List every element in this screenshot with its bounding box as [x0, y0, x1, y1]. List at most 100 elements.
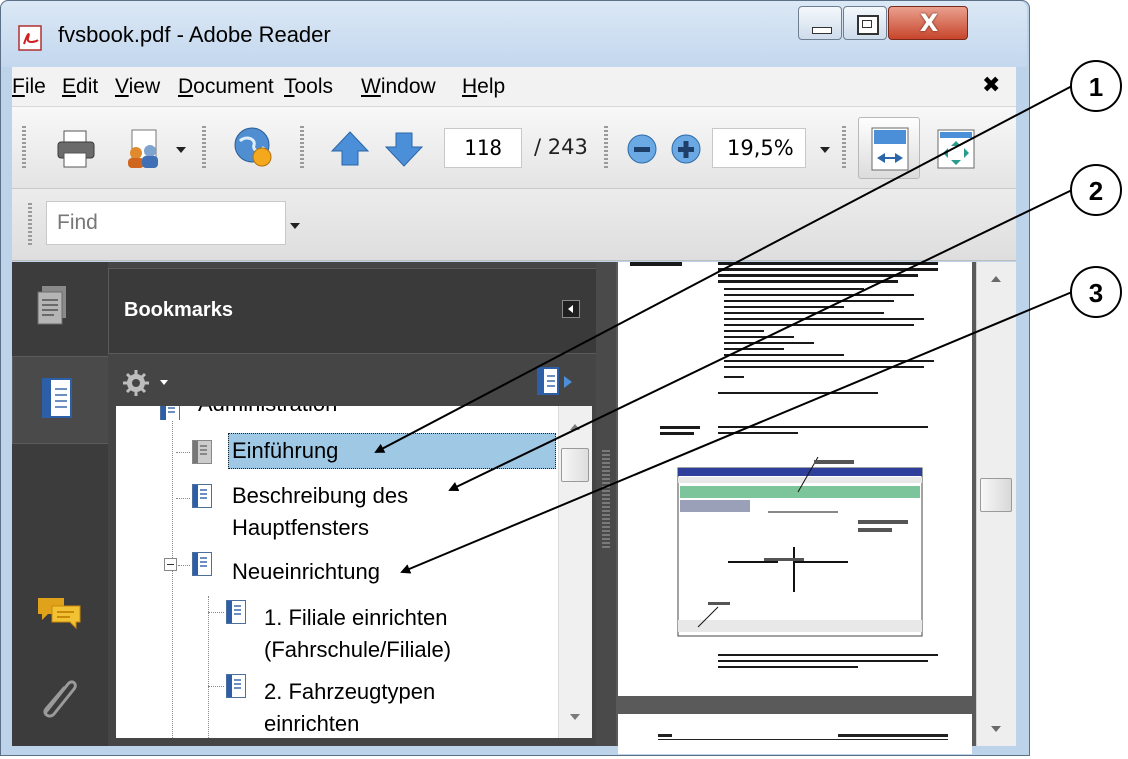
- bookmark-icon: [192, 484, 212, 508]
- attachments-icon[interactable]: [32, 672, 82, 722]
- tree-guide-line: [172, 414, 173, 738]
- minimize-button[interactable]: [798, 6, 842, 40]
- menu-document-accel: D: [178, 75, 194, 98]
- find-dropdown-icon[interactable]: [290, 223, 300, 229]
- callout-2: 2: [1070, 164, 1122, 216]
- tree-guide-line: [208, 596, 209, 738]
- toolbar-grip[interactable]: [28, 203, 32, 247]
- document-scrollbar-thumb[interactable]: [980, 478, 1012, 512]
- pdf-page: [618, 262, 972, 696]
- collapse-node-icon[interactable]: [164, 558, 177, 571]
- menu-window[interactable]: Window: [361, 75, 436, 99]
- expand-bookmark-icon[interactable]: [534, 366, 578, 398]
- menu-tools-accel: T: [284, 75, 295, 98]
- toolbar: 118 / 243 19,5%: [12, 107, 1016, 189]
- menu-window-label: indow: [380, 75, 436, 98]
- close-document-icon[interactable]: ✖: [982, 73, 1000, 98]
- page-thumbnails-icon[interactable]: [30, 282, 74, 336]
- menu-bar: File Edit View Document Tools Window Hel…: [12, 67, 1016, 107]
- collapse-pane-button[interactable]: [562, 300, 580, 318]
- tree-guide-line: [208, 612, 224, 613]
- share-dropdown-icon[interactable]: [176, 147, 186, 153]
- callout-3: 3: [1070, 266, 1122, 318]
- menu-file[interactable]: File: [12, 75, 46, 99]
- menu-help[interactable]: Help: [462, 75, 505, 99]
- tree-scrollbar-thumb[interactable]: [561, 448, 589, 482]
- maximize-icon: [857, 15, 879, 35]
- bookmark-icon: [226, 600, 246, 624]
- menu-tools[interactable]: Tools: [284, 75, 333, 99]
- page-total-label: / 243: [534, 135, 588, 159]
- tree-item-fahrzeugtypen[interactable]: 2. Fahrzeugtypen: [264, 676, 435, 708]
- menu-tools-label: ools: [294, 75, 334, 98]
- gear-icon[interactable]: [120, 368, 176, 398]
- close-button[interactable]: X: [888, 6, 968, 40]
- adobe-reader-icon: [18, 25, 42, 51]
- toolbar-separator: [202, 126, 206, 170]
- menu-help-label: elp: [477, 75, 506, 98]
- tree-item-filiale-line2[interactable]: (Fahrschule/Filiale): [264, 634, 451, 666]
- toolbar-separator: [604, 126, 608, 170]
- tree-item-fahrzeugtypen-line2-clip: einrichten: [260, 708, 558, 738]
- tree-item-neueinrichtung[interactable]: Neueinrichtung: [232, 556, 380, 588]
- page-content-thumbnail: [658, 734, 948, 740]
- tree-guide-line: [208, 686, 224, 687]
- arrow-down-icon[interactable]: [382, 127, 426, 171]
- toolbar-separator: [842, 126, 846, 170]
- toolbar-separator: [300, 126, 304, 170]
- tree-item-beschreibung-line2[interactable]: Hauptfensters: [232, 512, 369, 544]
- window-title: fvsbook.pdf - Adobe Reader: [58, 22, 331, 47]
- globe-collaborate-icon[interactable]: [232, 125, 276, 169]
- page-number-input[interactable]: 118: [444, 128, 522, 168]
- menu-document-label: ocument: [193, 75, 274, 98]
- tree-item-beschreibung[interactable]: Beschreibung des: [232, 480, 408, 512]
- zoom-out-icon[interactable]: [622, 129, 666, 173]
- toolbar-grip[interactable]: [22, 126, 26, 170]
- find-toolbar: Find: [12, 189, 1016, 261]
- bookmark-icon: [226, 674, 246, 698]
- pdf-page-next: [618, 714, 972, 754]
- bookmarks-title: Bookmarks: [124, 299, 233, 321]
- tree-item-administration[interactable]: Administration: [116, 406, 558, 420]
- menu-document[interactable]: Document: [178, 75, 274, 99]
- bookmark-icon: [160, 406, 180, 420]
- zoom-dropdown-icon[interactable]: [820, 147, 830, 153]
- find-input[interactable]: Find: [46, 201, 286, 245]
- fit-page-icon[interactable]: [934, 127, 978, 171]
- tree-item-filiale[interactable]: 1. Filiale einrichten: [264, 602, 447, 634]
- fit-width-icon: [871, 127, 909, 171]
- bookmark-icon: [192, 552, 212, 576]
- comments-icon[interactable]: [34, 592, 86, 632]
- tree-item-fahrzeugtypen-line2[interactable]: einrichten: [264, 708, 359, 738]
- zoom-level-input[interactable]: 19,5%: [712, 128, 806, 168]
- share-people-icon[interactable]: [122, 127, 166, 171]
- menu-help-accel: H: [462, 75, 478, 98]
- tree-guide-line: [176, 498, 190, 499]
- close-icon: X: [919, 9, 939, 37]
- menu-edit-accel: E: [62, 75, 77, 98]
- printer-icon[interactable]: [54, 127, 98, 171]
- page-content-thumbnail: [630, 262, 938, 668]
- scroll-down-icon[interactable]: [570, 714, 580, 720]
- scroll-up-icon[interactable]: [570, 424, 580, 430]
- menu-file-accel: F: [12, 75, 25, 98]
- menu-edit-label: dit: [76, 75, 99, 98]
- bookmarks-icon: [42, 378, 72, 418]
- menu-view[interactable]: View: [115, 75, 160, 99]
- menu-edit[interactable]: Edit: [62, 75, 98, 99]
- tree-item-label: Administration: [198, 406, 337, 420]
- splitter-grip[interactable]: [602, 450, 610, 550]
- bookmarks-tab[interactable]: [12, 356, 112, 444]
- tree-guide-line: [176, 452, 190, 453]
- zoom-in-icon[interactable]: [666, 129, 710, 173]
- tree-item-einfuehrung[interactable]: Einführung: [232, 435, 338, 467]
- minimize-icon: [812, 27, 832, 34]
- scroll-up-icon[interactable]: [991, 276, 1001, 282]
- tree-guide-line: [178, 565, 190, 566]
- fit-width-button[interactable]: [858, 117, 920, 179]
- scroll-down-icon[interactable]: [991, 726, 1001, 732]
- menu-view-label: iew: [128, 75, 161, 98]
- maximize-button[interactable]: [843, 6, 887, 40]
- callout-1: 1: [1070, 60, 1122, 112]
- arrow-up-icon[interactable]: [328, 127, 372, 171]
